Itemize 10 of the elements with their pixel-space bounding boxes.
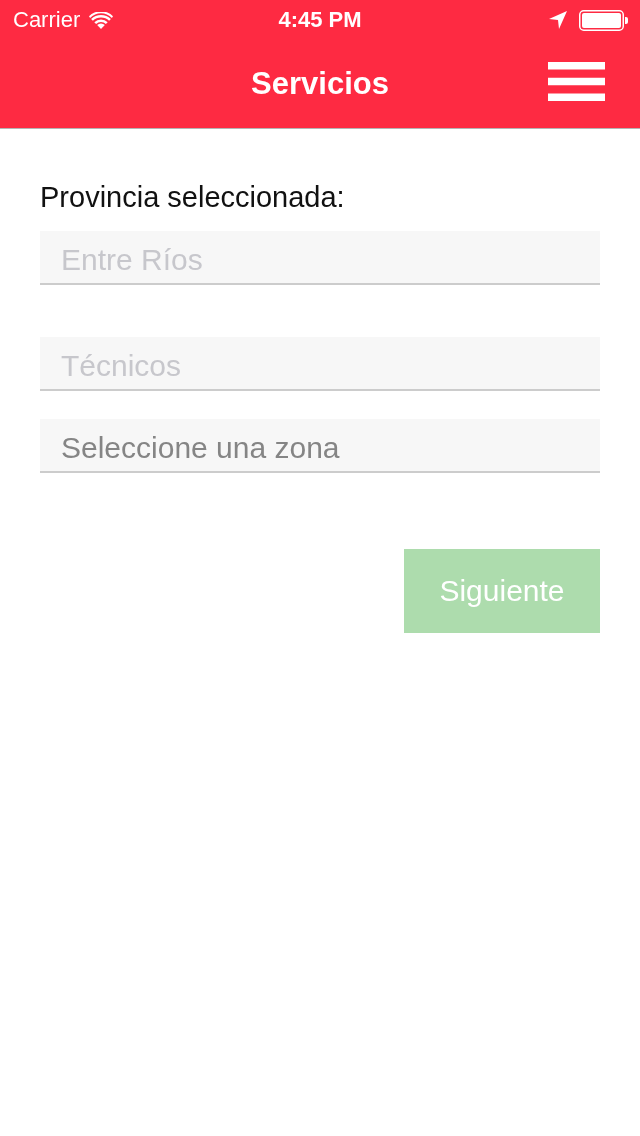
input-field[interactable]: Seleccione una zona [40, 419, 600, 473]
menu-icon [548, 62, 605, 101]
battery-icon [579, 9, 628, 31]
screen-title: Servicios [251, 66, 389, 102]
menu-button[interactable] [548, 62, 605, 101]
carrier-name: Carrier [13, 7, 81, 33]
status-time: 4:45 PM [278, 7, 362, 33]
wifi-icon [89, 11, 114, 29]
province-label: Provincia seleccionada: [40, 180, 345, 215]
location-arrow-icon [549, 11, 567, 29]
